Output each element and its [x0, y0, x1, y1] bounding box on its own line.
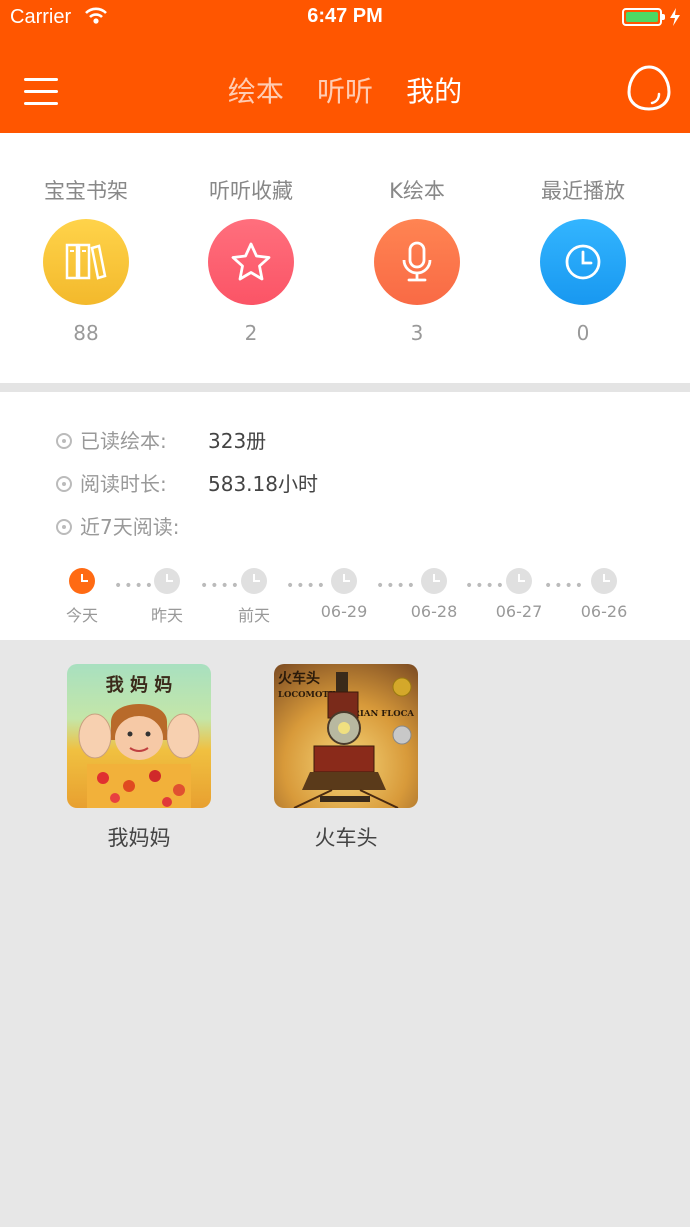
book-cover: 我 妈 妈: [67, 664, 211, 808]
day-label: 06-29: [320, 602, 368, 621]
stat-books-read: 已读绘本: 323册: [56, 426, 266, 456]
stat-value: 583.18小时: [208, 472, 318, 496]
day-today[interactable]: 今天: [52, 568, 112, 626]
cover-title-text: 我 妈 妈: [106, 675, 173, 696]
shortcut-label: 听听收藏: [209, 179, 293, 203]
day-label: 06-27: [495, 602, 543, 621]
day-label: 前天: [237, 606, 270, 625]
clock-time: 6:47 PM: [307, 5, 383, 27]
reading-stats: 已读绘本: 323册 阅读时长: 583.18小时 近7天阅读: 今天 ••••…: [0, 392, 690, 640]
book-cover: 火车头 LOCOMOTIVE BRIAN FLOCA: [274, 664, 418, 808]
clock-icon: [540, 219, 626, 305]
stat-reading-time: 阅读时长: 583.18小时: [56, 469, 318, 499]
main-tabs: 绘本 听听 我的: [0, 70, 690, 110]
shortcut-k-books[interactable]: K绘本 3: [331, 133, 503, 345]
shortcut-count: 2: [244, 321, 258, 345]
shortcut-count: 0: [576, 321, 590, 345]
stat-label: 阅读时长:: [80, 472, 167, 496]
bullet-icon: [56, 433, 72, 449]
day-yesterday[interactable]: 昨天: [137, 568, 197, 626]
tab-mine[interactable]: 我的: [406, 70, 462, 110]
book-title: 火车头: [314, 826, 378, 850]
egg-icon[interactable]: [626, 64, 672, 112]
day-clock-icon: [506, 568, 532, 594]
day-clock-icon: [241, 568, 267, 594]
shortcut-count: 3: [410, 321, 424, 345]
shortcut-favorites[interactable]: 听听收藏 2: [165, 133, 337, 345]
tab-listen[interactable]: 听听: [317, 70, 373, 110]
battery-icon: [622, 8, 665, 26]
status-bar: Carrier 6:47 PM: [0, 0, 690, 36]
day-clock-icon: [421, 568, 447, 594]
shortcut-label: 宝宝书架: [44, 179, 128, 203]
star-icon: [208, 219, 294, 305]
top-bar: Carrier 6:47 PM 绘本 听听 我的: [0, 0, 690, 133]
stat-label: 已读绘本:: [80, 429, 167, 453]
book-item[interactable]: 我 妈 妈 我妈妈: [67, 664, 211, 852]
microphone-icon: [374, 219, 460, 305]
day-label: 06-28: [410, 602, 458, 621]
day-clock-icon: [69, 568, 95, 594]
day-label: 昨天: [150, 606, 183, 625]
shortcut-count: 88: [73, 321, 99, 345]
cover-title-text: 火车头: [278, 670, 320, 687]
bullet-icon: [56, 519, 72, 535]
charging-icon: [670, 8, 680, 26]
day-06-29[interactable]: 06-29: [314, 568, 374, 621]
day-before-yesterday[interactable]: 前天: [224, 568, 284, 626]
day-clock-icon: [154, 568, 180, 594]
tab-picture-books[interactable]: 绘本: [228, 70, 284, 110]
shortcut-bookshelf[interactable]: 宝宝书架 88: [0, 133, 172, 345]
shortcut-panel: 宝宝书架 88 听听收藏 2 K绘本 3 最近播放 0: [0, 133, 690, 383]
bullet-icon: [56, 476, 72, 492]
shortcut-label: 最近播放: [541, 179, 625, 203]
stat-last-7-days: 近7天阅读:: [56, 512, 179, 542]
day-06-27[interactable]: 06-27: [489, 568, 549, 621]
day-label: 今天: [65, 606, 98, 625]
day-06-26[interactable]: 06-26: [574, 568, 634, 621]
day-label: 06-26: [580, 602, 628, 621]
day-clock-icon: [591, 568, 617, 594]
shortcut-recent[interactable]: 最近播放 0: [497, 133, 669, 345]
section-divider: [0, 383, 690, 392]
bookshelf-icon: [43, 219, 129, 305]
book-item[interactable]: 火车头 LOCOMOTIVE BRIAN FLOCA 火车头: [274, 664, 418, 852]
book-title: 我妈妈: [107, 826, 171, 850]
day-clock-icon: [331, 568, 357, 594]
shortcut-label: K绘本: [389, 179, 445, 203]
stat-label: 近7天阅读:: [80, 515, 180, 539]
day-06-28[interactable]: 06-28: [404, 568, 464, 621]
stat-value: 323册: [208, 429, 267, 453]
